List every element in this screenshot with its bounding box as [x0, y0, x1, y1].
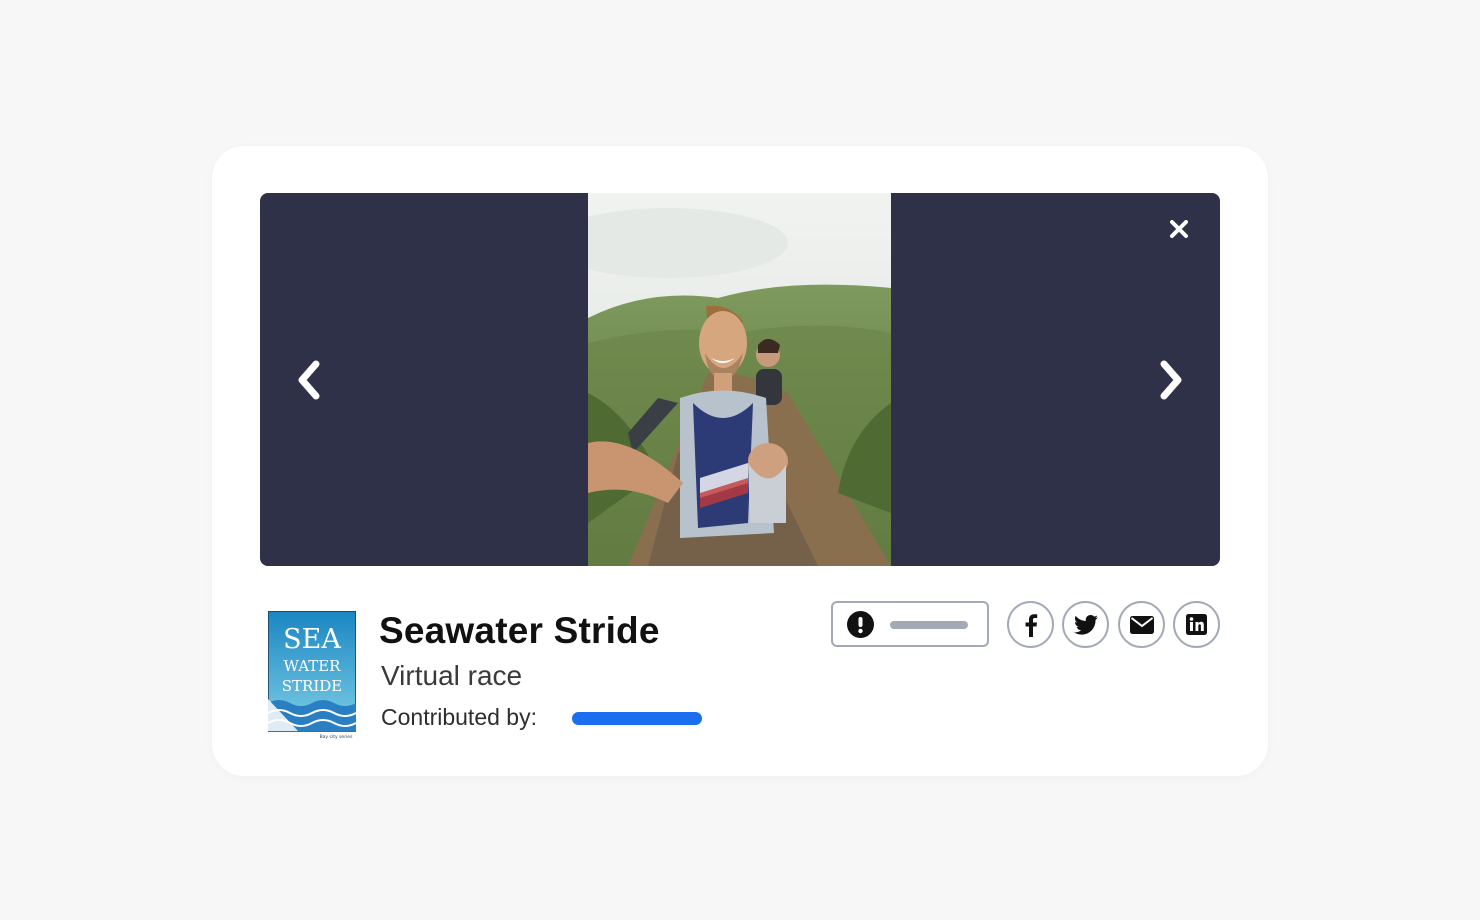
event-title: Seawater Stride [379, 610, 660, 651]
contributor-link[interactable] [572, 712, 702, 725]
envelope-icon [1129, 615, 1154, 634]
svg-text:SEA: SEA [283, 624, 341, 655]
twitter-icon [1073, 614, 1098, 635]
facebook-icon [1025, 613, 1037, 637]
photo-detail-card: SEA WATER STRIDE Bay city series Seawate… [212, 146, 1268, 776]
share-facebook-button[interactable] [1007, 601, 1054, 648]
event-photo [588, 193, 891, 566]
svg-text:Bay city series: Bay city series [320, 734, 354, 739]
photo-viewer [260, 193, 1220, 566]
svg-text:STRIDE: STRIDE [282, 677, 342, 695]
exclamation-circle-icon [847, 611, 874, 638]
previous-photo-button[interactable] [287, 358, 331, 402]
report-label-placeholder [890, 621, 968, 629]
svg-text:WATER: WATER [284, 657, 342, 675]
event-logo: SEA WATER STRIDE Bay city series [268, 611, 356, 739]
share-email-button[interactable] [1118, 601, 1165, 648]
contributed-by-label: Contributed by: [381, 704, 537, 730]
chevron-left-icon [298, 360, 320, 400]
chevron-right-icon [1160, 360, 1182, 400]
share-linkedin-button[interactable] [1173, 601, 1220, 648]
report-button[interactable] [831, 601, 989, 647]
next-photo-button[interactable] [1149, 358, 1193, 402]
share-twitter-button[interactable] [1062, 601, 1109, 648]
close-button[interactable] [1162, 212, 1196, 246]
close-icon [1170, 220, 1188, 238]
linkedin-icon [1186, 614, 1207, 635]
event-type: Virtual race [381, 660, 523, 691]
